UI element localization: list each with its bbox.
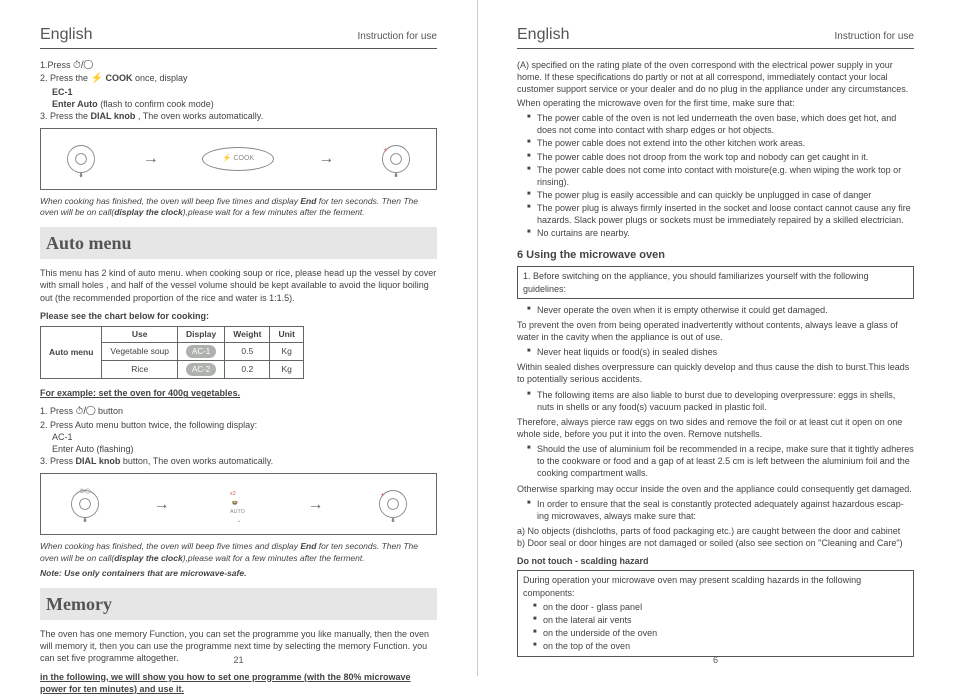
cook-end-note: When cooking has finished, the oven will… [40,196,437,219]
header-lang: English [517,24,569,46]
arrow-icon: → [318,148,334,170]
clock-icon: ⏱/◯ [76,406,96,417]
list-item: on the top of the oven [533,640,908,652]
page-number: 21 [0,654,477,666]
cooking-table: Auto menu Use Display Weight Unit Vegeta… [40,326,304,379]
arrow-icon: → [154,494,170,516]
list-item: Never heat liquids or food(s) in sealed … [527,346,914,358]
svg-text:⏱/◯: ⏱/◯ [79,489,90,496]
display-ec1: EC-1 [40,86,437,98]
example-line: For example: set the oven for 400g veget… [40,387,437,399]
scalding-lead: During operation your microwave oven may… [523,574,908,598]
list-item: Should the use of aluminium foil be reco… [527,443,914,479]
auto-end-note: When cooking has finished, the oven will… [40,541,437,564]
memory-lead: in the following, we will show you how t… [40,671,437,695]
bullet-sealed: Never heat liquids or food(s) in sealed … [517,346,914,358]
header-lang: English [40,24,92,46]
section-6-heading: 6 Using the microwave oven [517,248,914,263]
para-pierce: Therefore, always pierce raw eggs on two… [517,416,914,440]
knob-icon [63,141,99,177]
page-header: English Instruction for use [40,24,437,49]
page-header: English Instruction for use [517,24,914,49]
list-item: Never operate the oven when it is empty … [527,304,914,316]
svg-text:AUTO: AUTO [230,509,245,515]
list-item: The power cable of the oven is not led u… [527,112,914,136]
para-sparking: Otherwise sparking may occur inside the … [517,483,914,495]
item-a: a) No objects (dishcloths, parts of food… [517,525,914,537]
arrow-icon: → [143,148,159,170]
lightning-icon: ⚡ [91,73,103,84]
bullet-foil: Should the use of aluminium foil be reco… [517,443,914,479]
list-item: The power plug is easily accessible and … [527,189,914,201]
list-item: No curtains are nearby. [527,227,914,239]
cook-button-icon: ⚡ COOK [202,147,274,171]
list-item: on the door - glass panel [533,601,908,613]
auto-button-icon: x2 🍲 AUTO [221,486,257,522]
illustration-auto: ⏱/◯ → x2 🍲 AUTO → + [40,473,437,535]
para-overpressure: Within sealed dishes overpressure can qu… [517,361,914,385]
knob-press-icon: + [375,486,411,522]
table-rowheader: Auto menu [41,326,102,378]
cook-label: COOK [106,73,133,83]
auto-steps: 1. Press ⏱/◯ button 2. Press Auto menu b… [40,405,437,467]
svg-text:x2: x2 [230,491,236,497]
svg-text:🍲: 🍲 [231,499,238,506]
svg-text:+: + [380,490,384,499]
memory-heading: Memory [40,588,437,620]
list-item: on the underside of the oven [533,627,908,639]
para-water: To prevent the oven from being operated … [517,319,914,343]
bullet-seal: In order to ensure that the seal is cons… [517,498,914,522]
clock-icon: ⏱/◯ [73,60,93,71]
bullet-empty: Never operate the oven when it is empty … [517,304,914,316]
list-item: on the lateral air vents [533,614,908,626]
auto-intro: This menu has 2 kind of auto menu. when … [40,267,437,303]
knob-icon: ⏱/◯ [67,486,103,522]
cook-steps: 1.Press ⏱/◯ 2. Press the ⚡ COOK once, di… [40,59,437,122]
scalding-list: on the door - glass panel on the lateral… [523,601,908,653]
scalding-box: During operation your microwave oven may… [517,570,914,657]
header-instruction: Instruction for use [835,30,914,44]
scalding-heading: Do not touch - scalding hazard [517,555,914,567]
firsttime-lead: When operating the microwave oven for th… [517,97,914,109]
arrow-icon: → [308,494,324,516]
safety-list-1: The power cable of the oven is not led u… [517,112,914,239]
page-right: English Instruction for use (A) specifie… [477,0,954,676]
intro-para: (A) specified on the rating plate of the… [517,59,914,95]
list-item: The power cable does not droop from the … [527,151,914,163]
list-item: In order to ensure that the seal is cons… [527,498,914,522]
bullet-burst: The following items are also liable to b… [517,389,914,413]
guideline-box: 1. Before switching on the appliance, yo… [517,266,914,298]
item-b: b) Door seal or door hinges are not dama… [517,537,914,549]
safe-note: Note: Use only containers that are micro… [40,568,437,579]
list-item: The power cable does not extend into the… [527,137,914,149]
knob-press-icon: + [378,141,414,177]
chart-label: Please see the chart below for cooking: [40,310,437,322]
display-ac1: AC-1 [40,431,437,443]
list-item: The following items are also liable to b… [527,389,914,413]
illustration-cook: → ⚡ COOK → + [40,128,437,190]
auto-menu-heading: Auto menu [40,227,437,259]
page-left: English Instruction for use 1.Press ⏱/◯ … [0,0,477,676]
list-item: The power cable does not come into conta… [527,164,914,188]
header-instruction: Instruction for use [358,30,437,44]
page-number: 6 [477,654,954,666]
list-item: The power plug is always firmly inserted… [527,202,914,226]
svg-text:+: + [383,145,387,154]
